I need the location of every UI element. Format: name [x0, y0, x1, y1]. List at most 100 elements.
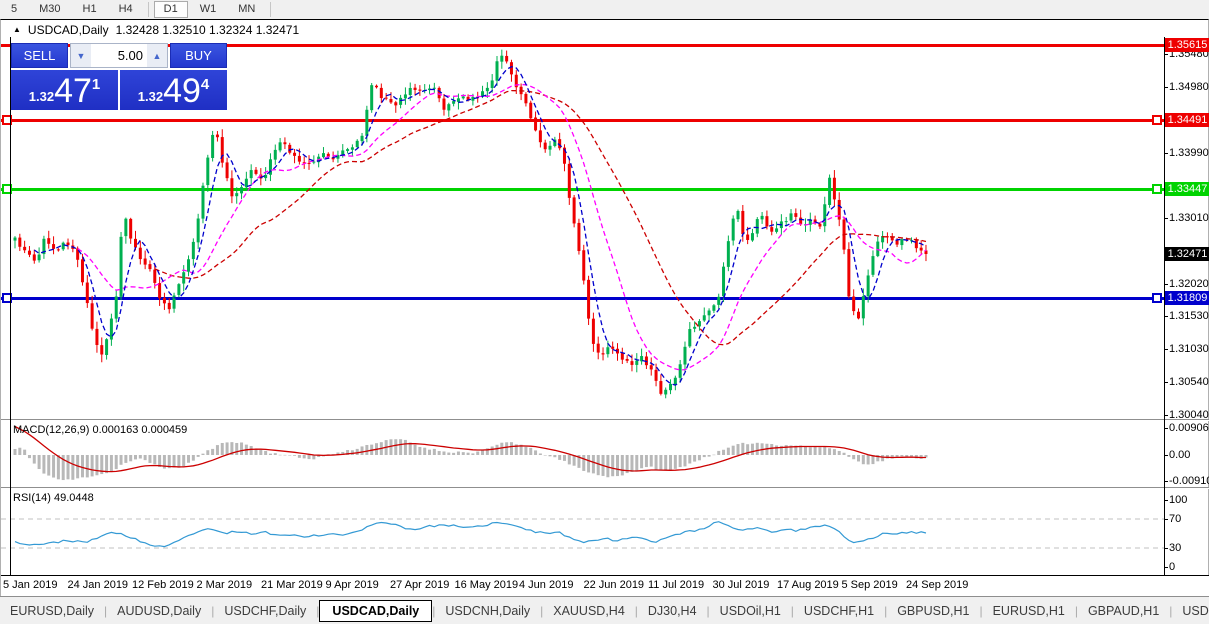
sell-price-display[interactable]: 1.32471 [11, 70, 118, 110]
tab-eurusd-h1[interactable]: EURUSD,H1 [983, 600, 1075, 622]
price-tick-label: 1.31530 [1169, 310, 1209, 322]
tab-usdchf-h1[interactable]: USDCHF,H1 [794, 600, 884, 622]
volume-input[interactable] [91, 44, 147, 67]
collapse-arrow-icon[interactable]: ▲ [13, 25, 21, 35]
rsi-tick-label: 30 [1169, 542, 1181, 554]
rsi-indicator-label: RSI(14) 49.0448 [13, 492, 94, 504]
tab-xauusd-h4[interactable]: XAUUSD,H4 [543, 600, 635, 622]
sell-price-small: 1.32 [29, 89, 54, 104]
toolbar-separator [270, 2, 271, 17]
sell-price-sup: 1 [92, 77, 100, 92]
hline-handle[interactable] [1153, 185, 1161, 193]
date-label: 24 Sep 2019 [906, 579, 968, 591]
macd-histogram-layer [14, 439, 928, 480]
price-tick-label: 1.32020 [1169, 278, 1209, 290]
tab-usdoil-h1[interactable]: USDOil,H1 [710, 600, 791, 622]
macd-tick-label: 0.00 [1169, 449, 1190, 461]
chart-symbol-label: USDCAD,Daily [28, 23, 109, 37]
rsi-tick-label: 100 [1169, 494, 1187, 506]
axis-tick-mark [1164, 87, 1168, 88]
tab-eurusd-daily[interactable]: EURUSD,Daily [0, 600, 104, 622]
chart-ohlc-values: 1.32428 1.32510 1.32324 1.32471 [116, 23, 300, 37]
price-badge-1-31809: 1.31809 [1165, 291, 1209, 305]
tab-usdchf-daily[interactable]: USDCHF,Daily [214, 600, 316, 622]
axis-tick-mark [1164, 153, 1168, 154]
timeframe-button-mn[interactable]: MN [228, 1, 265, 18]
rsi-tick-label: 70 [1169, 513, 1181, 525]
price-tick-label: 1.30540 [1169, 376, 1209, 388]
date-label: 30 Jul 2019 [713, 579, 770, 591]
date-axis: 5 Jan 201924 Jan 201912 Feb 20192 Mar 20… [1, 576, 1209, 596]
axis-tick-mark [1164, 382, 1168, 383]
date-label: 22 Jun 2019 [584, 579, 645, 591]
axis-tick-mark [1164, 481, 1168, 482]
axis-tick-mark [1164, 218, 1168, 219]
hline-handle[interactable] [1153, 116, 1161, 124]
buy-price-sup: 4 [201, 77, 209, 92]
tab-dj30-h4[interactable]: DJ30,H4 [638, 600, 707, 622]
price-badge-1-33447: 1.33447 [1165, 182, 1209, 196]
axis-tick-mark [1164, 54, 1168, 55]
hline-handle[interactable] [1153, 294, 1161, 302]
axis-tick-mark [1164, 455, 1168, 456]
axis-tick-mark [1164, 428, 1168, 429]
tab-gbpusd-h1[interactable]: GBPUSD,H1 [887, 600, 979, 622]
timeframe-button-m30[interactable]: M30 [29, 1, 70, 18]
axis-tick-mark [1164, 567, 1168, 568]
date-label: 4 Jun 2019 [519, 579, 573, 591]
date-label: 12 Feb 2019 [132, 579, 194, 591]
tab-usdcad-daily[interactable]: USDCAD,Daily [319, 600, 432, 622]
timeframe-button-w1[interactable]: W1 [190, 1, 227, 18]
chart-title: ▲ USDCAD,Daily 1.32428 1.32510 1.32324 1… [13, 22, 299, 38]
rsi-line [15, 522, 926, 547]
buy-price-small: 1.32 [138, 89, 163, 104]
rsi-chart-canvas[interactable] [1, 489, 1165, 575]
price-tick-label: 1.30040 [1169, 409, 1209, 421]
price-tick-label: 1.33990 [1169, 147, 1209, 159]
volume-spinner: ▼ ▲ [70, 43, 168, 68]
date-label: 5 Sep 2019 [842, 579, 898, 591]
chart-left-border [10, 37, 11, 575]
ma-fast-line [34, 67, 926, 386]
timeframe-button-h1[interactable]: H1 [73, 1, 107, 18]
axis-tick-mark [1164, 519, 1168, 520]
date-label: 17 Aug 2019 [777, 579, 839, 591]
one-click-trade-panel: SELL ▼ ▲ BUY 1.32471 1.32494 [11, 43, 227, 110]
date-label: 24 Jan 2019 [68, 579, 129, 591]
chart-tab-bar: EURUSD,Daily|AUDUSD,Daily|USDCHF,Daily|U… [0, 596, 1209, 624]
sell-price-big: 47 [54, 74, 92, 108]
date-label: 27 Apr 2019 [390, 579, 449, 591]
chart-window: ▲ USDCAD,Daily 1.32428 1.32510 1.32324 1… [0, 19, 1209, 596]
price-tick-label: 1.31030 [1169, 343, 1209, 355]
axis-tick-mark [1164, 415, 1168, 416]
volume-decrease-button[interactable]: ▼ [71, 44, 91, 67]
buy-price-big: 49 [163, 74, 201, 108]
tab-usdcnh-daily[interactable]: USDCNH,Daily [435, 600, 540, 622]
buy-price-display[interactable]: 1.32494 [120, 70, 227, 110]
tab-usdjp[interactable]: USDJP [1172, 600, 1209, 622]
axis-tick-mark [1164, 316, 1168, 317]
date-label: 21 Mar 2019 [261, 579, 323, 591]
date-label: 16 May 2019 [455, 579, 519, 591]
date-label: 5 Jan 2019 [3, 579, 57, 591]
mt4-trading-platform: 5M30H1H4 D1W1MN ▲ USDCAD,Daily 1.32428 1.… [0, 0, 1209, 624]
sell-button[interactable]: SELL [11, 43, 68, 68]
volume-increase-button[interactable]: ▲ [147, 44, 167, 67]
date-label: 9 Apr 2019 [326, 579, 379, 591]
price-badge-1-35615: 1.35615 [1165, 38, 1209, 52]
timeframe-toolbar: 5M30H1H4 D1W1MN [0, 0, 1209, 19]
timeframe-button-h4[interactable]: H4 [109, 1, 143, 18]
macd-tick-label: 0.009062 [1169, 422, 1209, 434]
hline-1-33447[interactable] [1, 188, 1164, 191]
price-badge-1-34491: 1.34491 [1165, 113, 1209, 127]
tab-gbpaud-h1[interactable]: GBPAUD,H1 [1078, 600, 1169, 622]
timeframe-button-d1[interactable]: D1 [154, 1, 188, 18]
buy-button[interactable]: BUY [170, 43, 227, 68]
axis-tick-mark [1164, 349, 1168, 350]
price-badge-1-32471: 1.32471 [1165, 247, 1209, 261]
timeframe-button-5[interactable]: 5 [1, 1, 27, 18]
macd-indicator-label: MACD(12,26,9) 0.000163 0.000459 [13, 424, 187, 436]
toolbar-separator [148, 2, 149, 17]
tab-audusd-daily[interactable]: AUDUSD,Daily [107, 600, 211, 622]
price-tick-label: 1.33010 [1169, 212, 1209, 224]
